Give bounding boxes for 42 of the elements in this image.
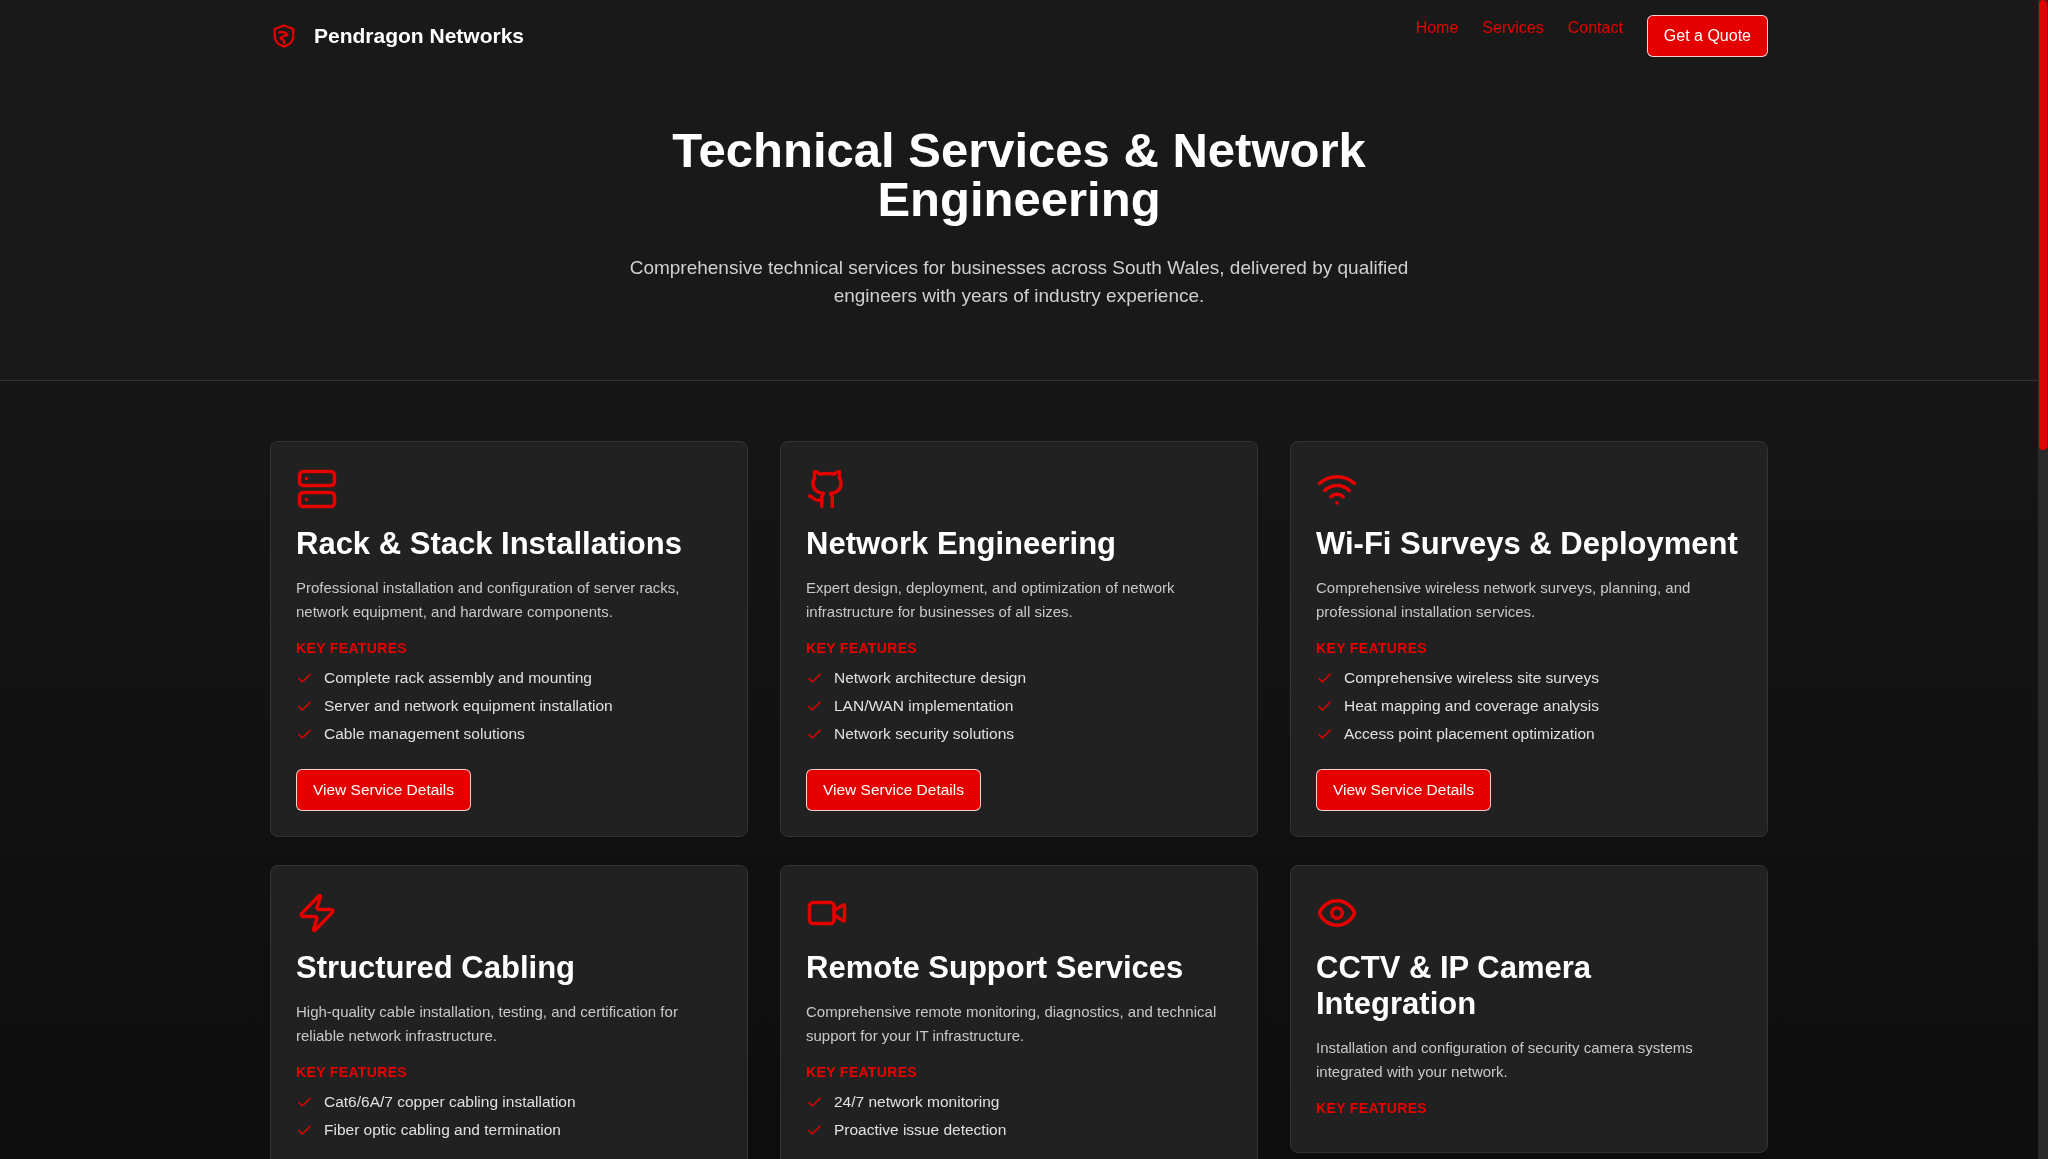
feature-text: Network security solutions	[834, 724, 1015, 744]
feature-text: Cable management solutions	[324, 724, 525, 744]
section-label: KEY FEATURES	[296, 1063, 408, 1082]
card-title: Wi-Fi Surveys & Deployment	[1316, 526, 1738, 562]
section-label: KEY FEATURES	[1316, 1099, 1428, 1118]
card-description: Professional installation and configuration of server racks, network equipment, and hardware components.	[296, 578, 681, 622]
view-details-button[interactable]: View Service Details	[1316, 769, 1491, 811]
nav-link[interactable]: Services	[1482, 16, 1544, 40]
get-quote-button[interactable]: Get a Quote	[1646, 15, 1768, 57]
card-description: Installation and configuration of security camera systems integrated with your network.	[1316, 1038, 1694, 1082]
section-label: KEY FEATURES	[806, 639, 918, 658]
nav-link[interactable]: Home	[1415, 16, 1459, 40]
feature-text: Fiber optic cabling and termination	[324, 1120, 561, 1140]
feature-text: LAN/WAN implementation	[834, 696, 1014, 716]
server-icon	[296, 468, 338, 510]
feature-text: Server and network equipment installation	[324, 696, 613, 716]
card-description: High-quality cable installation, testing, and certification for reliable network infrastructure.	[296, 1002, 679, 1046]
section-label: KEY FEATURES	[1316, 639, 1428, 658]
feature-text: Complete rack assembly and mounting	[324, 668, 592, 688]
hero-subtitle: Comprehensive technical services for businesses across South Wales, delivered by qualified engineers with years of industry experience.	[628, 256, 1410, 308]
card-description: Comprehensive remote monitoring, diagnostics, and technical support for your IT infrastructure.	[806, 1002, 1218, 1046]
nav-link[interactable]: Contact	[1567, 16, 1623, 40]
feature-text: Heat mapping and coverage analysis	[1344, 696, 1600, 716]
section-label: KEY FEATURES	[296, 639, 408, 658]
feature-text: Comprehensive wireless site surveys	[1344, 668, 1599, 688]
card-title: CCTV & IP Camera Integration	[1316, 950, 1593, 1022]
feature-text: Network architecture design	[834, 668, 1027, 688]
view-details-button[interactable]: View Service Details	[296, 769, 471, 811]
feature-text: 24/7 network monitoring	[834, 1092, 1000, 1112]
card-description: Expert design, deployment, and optimization of network infrastructure for businesses of all sizes.	[806, 578, 1176, 622]
feature-text: Access point placement optimization	[1344, 724, 1595, 744]
view-details-button[interactable]: View Service Details	[806, 769, 981, 811]
card-title: Remote Support Services	[806, 950, 1184, 986]
hero-title: Technical Services & Network Engineering	[671, 126, 1367, 224]
card-title: Network Engineering	[806, 526, 1117, 562]
brand-name: Pendragon Networks	[314, 23, 525, 50]
card-title: Rack & Stack Installations	[296, 526, 682, 562]
feature-text: Proactive issue detection	[834, 1120, 1007, 1140]
card-title: Structured Cabling	[296, 950, 575, 986]
section-label: KEY FEATURES	[806, 1063, 918, 1082]
feature-text: Cat6/6A/7 copper cabling installation	[324, 1092, 576, 1112]
card-description: Comprehensive wireless network surveys, planning, and professional installation services.	[1316, 578, 1692, 622]
